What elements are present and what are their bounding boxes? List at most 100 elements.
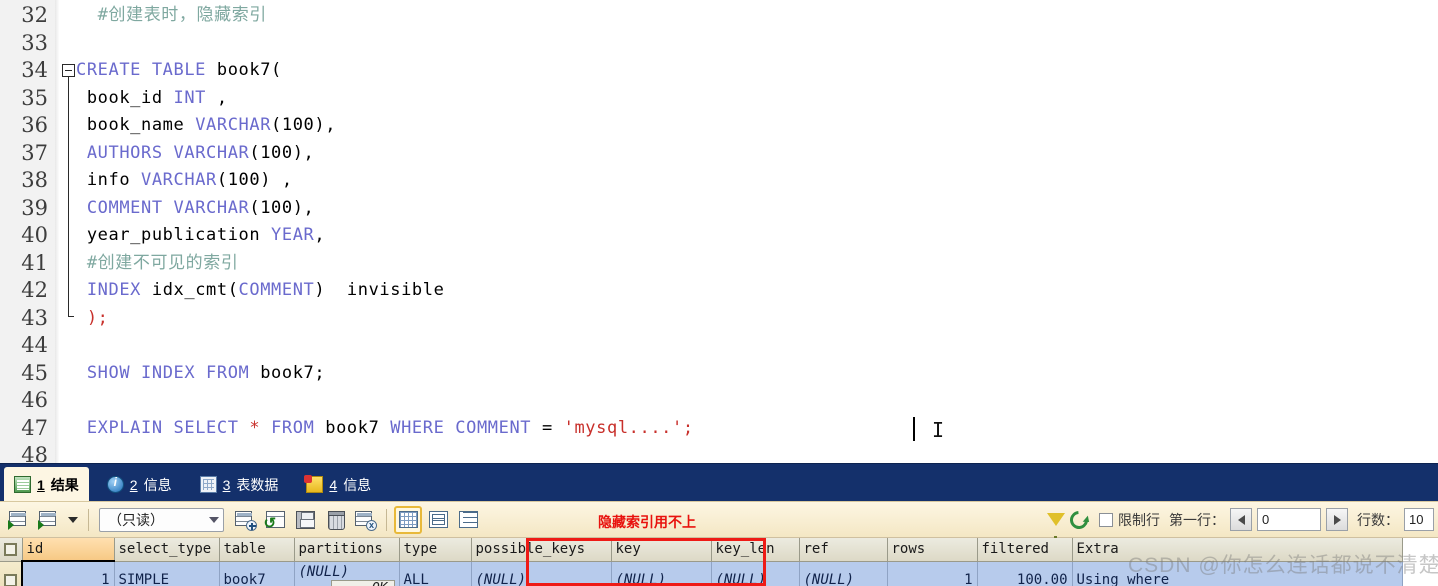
mouse-ibeam-cursor: I (931, 418, 945, 442)
fold-range-line (68, 77, 74, 317)
code-token: INDEX (86, 280, 142, 300)
cell-type[interactable]: ALL (399, 561, 472, 586)
refresh-icon[interactable] (1066, 506, 1092, 533)
result-tab-bar[interactable]: 1 结果 2 信息 3 表数据 4 信息 (0, 463, 1438, 502)
code-line[interactable]: #创建表时，隐藏索引 (76, 2, 267, 30)
line-number: 32 (21, 3, 48, 27)
code-line[interactable]: ); (76, 305, 109, 333)
tab-number: 4 (329, 476, 338, 493)
row-count-label: 行数： (1357, 511, 1399, 528)
code-line[interactable]: #创建不可见的索引 (76, 250, 238, 278)
code-line[interactable]: EXPLAIN SELECT * FROM book7 WHERE COMMEN… (76, 415, 694, 443)
column-header-rows[interactable]: rows (887, 538, 978, 562)
tab-number: 2 (129, 476, 138, 493)
column-header-possible_keys[interactable]: possible_keys (471, 538, 612, 562)
code-token: AUTHORS VARCHAR (86, 142, 250, 163)
filter-funnel-icon[interactable] (1047, 513, 1065, 543)
first-row-next-button[interactable] (1326, 508, 1348, 531)
line-number: 36 (21, 113, 48, 137)
code-line[interactable]: COMMENT VARCHAR(100), (76, 195, 314, 223)
code-token: COMMENT (238, 280, 315, 300)
row-count-input[interactable]: 10 (1404, 508, 1434, 531)
cell-rows[interactable]: 1 (887, 561, 978, 586)
revert-record-icon[interactable] (261, 506, 289, 534)
cell-id[interactable]: 1 (21, 560, 115, 586)
tab-label: 信息 (143, 476, 172, 493)
line-number: 39 (21, 195, 48, 220)
cell-filtered[interactable]: 100.00 (977, 561, 1073, 586)
cell-possible_keys[interactable]: (NULL) (471, 561, 612, 586)
limit-rows-checkbox[interactable] (1099, 512, 1113, 527)
cell-key_len[interactable]: (NULL) (711, 561, 800, 586)
limit-rows-label: 限制行 (1118, 511, 1160, 528)
row-select-box[interactable] (4, 573, 17, 586)
export-records-icon[interactable] (35, 506, 63, 534)
line-number: 46 (21, 388, 48, 412)
apply-changes-icon[interactable] (291, 506, 319, 534)
column-header-id[interactable]: id (22, 538, 115, 562)
column-header-ref[interactable]: ref (799, 538, 888, 562)
delete-record-icon[interactable] (321, 506, 349, 534)
import-records-icon[interactable] (5, 506, 33, 534)
result-grid-icon (14, 476, 31, 493)
sql-editor[interactable]: 32 33 34 35 36 37 38 39 40 41 42 43 44 45 46 47 48 #创建表时… (0, 0, 1438, 463)
code-token: WHERE COMMENT (390, 417, 542, 438)
tab-2[interactable]: 2 信息 (97, 467, 182, 502)
code-line[interactable]: SHOW INDEX FROM book7; (76, 360, 325, 388)
column-header-key_len[interactable]: key_len (711, 538, 800, 562)
code-line[interactable]: book_name VARCHAR(100), (76, 112, 336, 140)
tab-1[interactable]: 1 结果 (4, 467, 89, 502)
first-row-input[interactable]: 0 (1257, 508, 1321, 531)
code-token: (100), (271, 115, 337, 135)
cell-key[interactable]: (NULL) (611, 561, 712, 586)
column-header-key[interactable]: key (611, 538, 712, 562)
first-row-prev-button[interactable] (1230, 508, 1252, 531)
result-grid-toolbar[interactable]: （只读） x 限制行 第一行： 0 (0, 501, 1438, 543)
readonly-mode-value: （只读） (108, 511, 164, 528)
code-line[interactable]: book_id INT , (76, 85, 228, 113)
code-token: #创建表时，隐藏索引 (97, 5, 267, 25)
code-fold-column[interactable] (60, 0, 76, 463)
line-number: 40 (21, 223, 48, 247)
tab-3[interactable]: 3 表数据 (190, 467, 289, 502)
code-line[interactable]: year_publication YEAR, (76, 222, 325, 250)
grid-view-icon[interactable] (394, 505, 422, 534)
column-header-select_type[interactable]: select_type (114, 538, 220, 562)
cell-ref[interactable]: (NULL) (799, 561, 888, 586)
code-token: * (249, 417, 261, 438)
tab-label: 结果 (50, 476, 79, 493)
cell-table[interactable]: book7 (219, 561, 295, 586)
note-icon (304, 475, 324, 493)
tab-4[interactable]: 4 信息 (296, 467, 381, 502)
dropdown-caret-icon[interactable] (65, 506, 81, 534)
code-token: INT (173, 87, 207, 108)
row-header-corner[interactable] (0, 538, 23, 562)
line-number: 48 (21, 443, 48, 463)
code-line[interactable]: CREATE TABLE book7( (76, 57, 282, 85)
cell-partitions[interactable]: (NULL)OK (294, 561, 400, 586)
code-line[interactable]: AUTHORS VARCHAR(100), (76, 140, 314, 168)
code-line[interactable]: info VARCHAR(100) , (76, 167, 293, 195)
toolbar-right-group[interactable]: 限制行 第一行： 0 行数： 10 (1047, 506, 1434, 543)
column-header-type[interactable]: type (399, 538, 472, 562)
column-header-table[interactable]: table (219, 538, 295, 562)
code-line[interactable]: INDEX idx_cmt(COMMENT) invisible (76, 277, 444, 305)
toolbar-separator-2 (386, 508, 387, 531)
readonly-mode-select[interactable]: （只读） (99, 507, 224, 532)
text-view-icon[interactable] (454, 506, 482, 534)
cancel-changes-icon[interactable]: x (351, 506, 379, 534)
column-header-partitions[interactable]: partitions (294, 538, 400, 562)
column-header-filtered[interactable]: filtered (977, 538, 1073, 562)
cell-select_type[interactable]: SIMPLE (114, 561, 220, 586)
form-view-icon[interactable] (424, 506, 452, 534)
code-token: 'mysql....' (563, 417, 683, 438)
add-record-icon[interactable] (231, 506, 259, 534)
fold-collapse-icon[interactable] (62, 64, 75, 77)
line-number: 33 (21, 30, 48, 55)
code-token: #创建不可见的索引 (86, 252, 239, 273)
row-selector[interactable] (0, 561, 23, 586)
select-all-box[interactable] (4, 542, 18, 556)
